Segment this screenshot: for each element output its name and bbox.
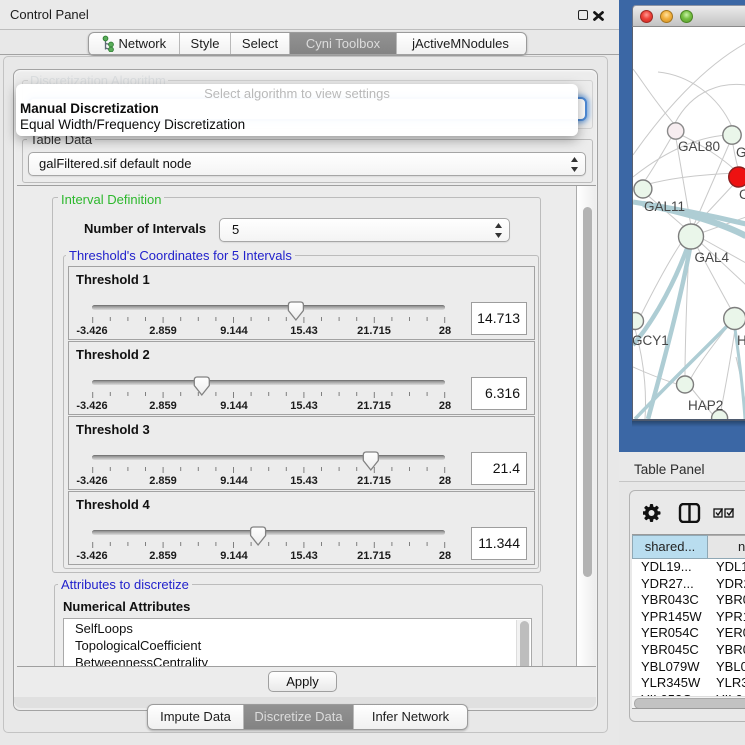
svg-text:GAL11: GAL11 [644,199,685,214]
svg-text:G...: G... [736,145,745,160]
svg-text:H: H [737,333,745,348]
svg-text:GAL4: GAL4 [695,250,730,265]
svg-text:C: C [739,187,745,202]
svg-text:HAP2: HAP2 [688,398,723,413]
svg-text:GAL80: GAL80 [678,139,720,154]
svg-text:GCY1: GCY1 [633,333,669,348]
